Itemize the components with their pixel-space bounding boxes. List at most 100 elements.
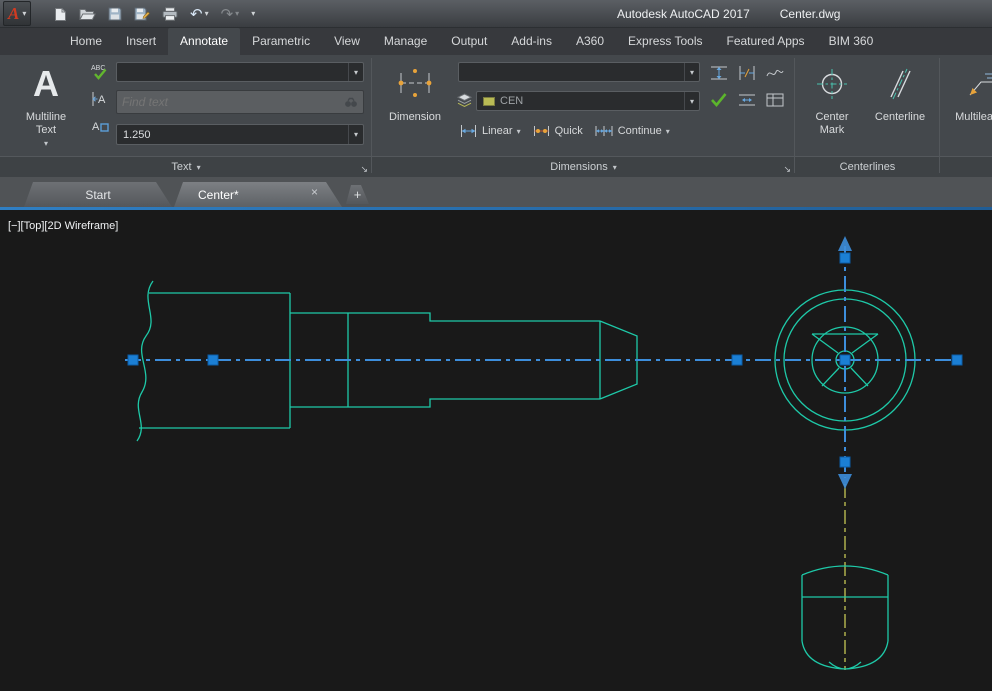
selected-centerlines[interactable] bbox=[125, 236, 963, 489]
cylinder-body[interactable] bbox=[802, 566, 888, 641]
printer-icon bbox=[162, 7, 178, 21]
chevron-down-icon: ▾ bbox=[251, 10, 255, 18]
find-text-box[interactable] bbox=[116, 90, 364, 114]
centerline-button[interactable]: Centerline bbox=[865, 57, 935, 154]
dimension-break-icon bbox=[736, 63, 758, 83]
ribbon-tab-view[interactable]: View bbox=[322, 28, 372, 55]
multiline-text-button[interactable]: A Multiline Text ▾ bbox=[8, 57, 84, 154]
new-file-icon bbox=[54, 7, 67, 22]
centerline-arrow-bottom[interactable] bbox=[838, 474, 852, 489]
centerlines-panel-label: Centerlines bbox=[840, 161, 896, 173]
close-icon[interactable]: × bbox=[311, 186, 318, 198]
ribbon-tab-bim360[interactable]: BIM 360 bbox=[817, 28, 886, 55]
quick-access-toolbar: ↶ ▾ ↷ ▾ ▾ bbox=[54, 0, 255, 28]
dim-layer-icon bbox=[456, 93, 473, 113]
dimension-style-combo[interactable]: ▾ bbox=[458, 62, 700, 82]
file-tab-label: Start bbox=[85, 188, 110, 202]
qat-customize-button[interactable]: ▾ bbox=[251, 10, 255, 18]
adjust-space-button[interactable] bbox=[706, 60, 732, 85]
app-title: Autodesk AutoCAD 2017 bbox=[617, 7, 750, 21]
viewport-view-control[interactable]: [Top] bbox=[21, 220, 45, 232]
viewport-minimize-control[interactable]: [−] bbox=[8, 220, 21, 232]
ribbon-tab-home[interactable]: Home bbox=[58, 28, 114, 55]
chevron-down-icon: ▾ bbox=[684, 92, 699, 110]
model-space-canvas[interactable]: [−] [Top] [2D Wireframe] bbox=[0, 210, 992, 691]
layer-value: CEN bbox=[500, 95, 523, 107]
plot-button[interactable] bbox=[162, 7, 178, 21]
file-tab-start[interactable]: Start bbox=[24, 182, 172, 207]
ribbon-tab-express-tools[interactable]: Express Tools bbox=[616, 28, 714, 55]
chevron-down-icon: ▾ bbox=[235, 10, 239, 18]
grip[interactable] bbox=[840, 355, 850, 365]
save-as-button[interactable] bbox=[134, 7, 150, 21]
text-height-combo[interactable]: 1.250 ▾ bbox=[116, 124, 364, 145]
autocad-logo-icon: A bbox=[8, 5, 19, 22]
binoculars-icon bbox=[344, 97, 358, 108]
quick-dimension-icon bbox=[532, 123, 551, 139]
jogged-line-button[interactable] bbox=[762, 60, 788, 85]
continue-dimension-button[interactable]: Continue ▾ bbox=[591, 121, 673, 141]
undo-icon: ↶ bbox=[190, 7, 203, 22]
centerline-arrow-top[interactable] bbox=[838, 236, 852, 251]
chevron-down-icon: ▾ bbox=[22, 10, 26, 18]
dimension-override-button[interactable] bbox=[734, 87, 760, 112]
annotative-scale-button[interactable]: A bbox=[89, 116, 111, 136]
ribbon-tab-parametric[interactable]: Parametric bbox=[240, 28, 322, 55]
grip[interactable] bbox=[840, 253, 850, 263]
center-mark-button[interactable]: Center Mark bbox=[801, 57, 863, 154]
layer-color-swatch bbox=[483, 97, 495, 106]
file-tab-center[interactable]: Center* × bbox=[174, 182, 342, 207]
dimensions-panel-label: Dimensions bbox=[550, 161, 607, 173]
text-justify-button[interactable]: A bbox=[89, 89, 111, 109]
undo-button[interactable]: ↶ ▾ bbox=[190, 7, 209, 22]
grip[interactable] bbox=[208, 355, 218, 365]
centerlines-panel: Center Mark Centerline Centerlines bbox=[795, 55, 940, 177]
dimensions-panel-launcher[interactable]: ↘ bbox=[783, 164, 791, 175]
viewport-visual-style-control[interactable]: [2D Wireframe] bbox=[44, 220, 118, 232]
ribbon-tab-a360[interactable]: A360 bbox=[564, 28, 616, 55]
chevron-down-icon: ▾ bbox=[44, 137, 48, 150]
ribbon-tab-addins[interactable]: Add-ins bbox=[499, 28, 564, 55]
quick-dimension-button[interactable]: Quick bbox=[529, 121, 586, 141]
text-panel-flyout[interactable]: Text ▾ ↘ bbox=[0, 156, 372, 177]
ribbon-tab-output[interactable]: Output bbox=[439, 28, 499, 55]
ribbon-tab-featured-apps[interactable]: Featured Apps bbox=[715, 28, 817, 55]
redo-icon: ↷ bbox=[221, 7, 234, 22]
multileader-button[interactable]: Multileader bbox=[944, 57, 992, 154]
chevron-down-icon: ▾ bbox=[684, 63, 699, 81]
centerline-label: Centerline bbox=[875, 111, 925, 124]
dimension-table-button[interactable] bbox=[762, 87, 788, 112]
redo-button[interactable]: ↷ ▾ bbox=[221, 7, 240, 22]
grip[interactable] bbox=[128, 355, 138, 365]
dimension-break-button[interactable] bbox=[734, 60, 760, 85]
check-spelling-button[interactable]: ABC bbox=[89, 62, 111, 82]
ribbon-tab-manage[interactable]: Manage bbox=[372, 28, 439, 55]
chevron-down-icon: ▾ bbox=[517, 127, 521, 136]
dimensions-panel-flyout[interactable]: Dimensions ▾ ↘ bbox=[372, 156, 795, 177]
dimension-buttons-row: Linear ▾ Quick Continue ▾ bbox=[456, 118, 673, 144]
file-tab-bar: Start Center* × + bbox=[0, 177, 992, 210]
new-file-button[interactable] bbox=[54, 7, 67, 22]
chevron-down-icon: ▾ bbox=[197, 163, 201, 172]
app-menu-button[interactable]: A ▾ bbox=[3, 1, 31, 26]
window-title: Autodesk AutoCAD 2017 Center.dwg bbox=[617, 7, 840, 21]
text-style-combo[interactable]: ▾ bbox=[116, 62, 364, 82]
linear-dimension-button[interactable]: Linear ▾ bbox=[456, 121, 524, 141]
new-drawing-tab-button[interactable]: + bbox=[346, 185, 369, 204]
multiline-text-label: Multiline bbox=[26, 111, 66, 124]
leaders-panel-strip bbox=[940, 156, 992, 177]
open-file-button[interactable] bbox=[79, 8, 96, 21]
text-panel-launcher[interactable]: ↘ bbox=[360, 164, 368, 175]
grip[interactable] bbox=[732, 355, 742, 365]
grip[interactable] bbox=[840, 457, 850, 467]
drawing-viewport[interactable] bbox=[0, 210, 992, 691]
dimension-update-button[interactable] bbox=[706, 87, 732, 112]
grip[interactable] bbox=[952, 355, 962, 365]
save-button[interactable] bbox=[108, 7, 122, 21]
dimension-button[interactable]: Dimension bbox=[378, 57, 452, 154]
ribbon-tab-annotate[interactable]: Annotate bbox=[168, 28, 240, 55]
ribbon-tab-insert[interactable]: Insert bbox=[114, 28, 168, 55]
dimension-layer-combo[interactable]: CEN ▾ bbox=[476, 91, 700, 111]
find-text-input[interactable] bbox=[122, 95, 344, 109]
save-icon bbox=[108, 7, 122, 21]
